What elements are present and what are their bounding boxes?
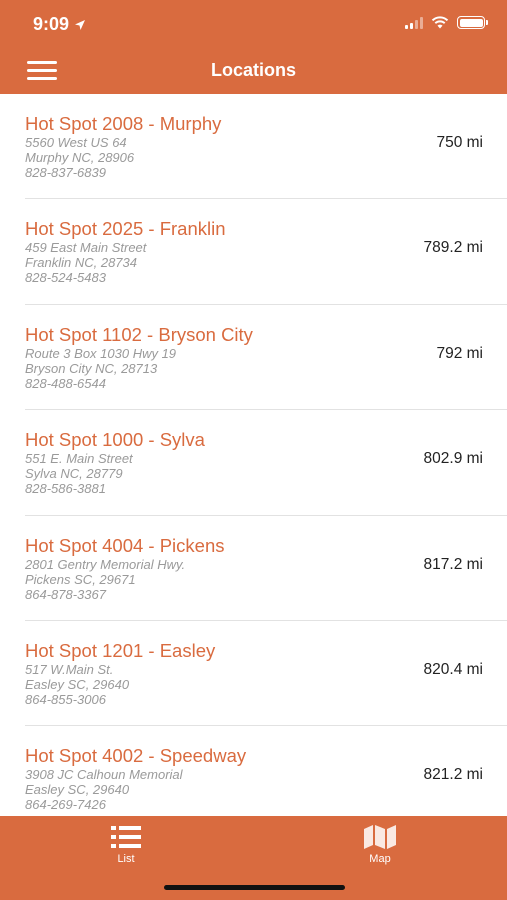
distance: 789.2 mi xyxy=(423,239,483,257)
distance: 817.2 mi xyxy=(423,555,483,573)
location-address: 551 E. Main Street Sylva NC, 28779 828-5… xyxy=(25,451,133,496)
status-icons xyxy=(405,16,488,29)
tab-map[interactable]: Map xyxy=(340,824,420,865)
address-line1: 2801 Gentry Memorial Hwy. xyxy=(25,556,186,572)
tab-list[interactable]: List xyxy=(86,824,166,865)
address-line1: 3908 JC Calhoun Memorial xyxy=(25,767,183,783)
address-line1: Route 3 Box 1030 Hwy 19 xyxy=(25,345,177,361)
phone-number: 828-488-6544 xyxy=(25,375,106,391)
address-line2: Bryson City NC, 28713 xyxy=(25,360,158,376)
map-icon xyxy=(364,825,396,849)
list-item[interactable]: Hot Spot 2008 - Murphy 5560 West US 64 M… xyxy=(25,94,507,200)
status-time-group: 9:09 xyxy=(33,14,86,35)
list-item[interactable]: Hot Spot 1000 - Sylva 551 E. Main Street… xyxy=(25,410,507,516)
phone-number: 864-269-7426 xyxy=(25,797,106,813)
battery-icon xyxy=(457,16,488,29)
phone-number: 828-524-5483 xyxy=(25,270,106,286)
distance: 802.9 mi xyxy=(423,450,483,468)
distance: 792 mi xyxy=(436,344,483,362)
list-item[interactable]: Hot Spot 1201 - Easley 517 W.Main St. Ea… xyxy=(25,621,507,727)
address-line1: 517 W.Main St. xyxy=(25,661,114,677)
phone-number: 864-878-3367 xyxy=(25,586,106,602)
location-address: 459 East Main Street Franklin NC, 28734 … xyxy=(25,240,146,285)
tab-list-label: List xyxy=(117,853,135,865)
location-address: 3908 JC Calhoun Memorial Easley SC, 2964… xyxy=(25,767,183,812)
distance: 821.2 mi xyxy=(423,766,483,784)
app-header: 9:09 Locations xyxy=(0,0,507,94)
list-item[interactable]: Hot Spot 4004 - Pickens 2801 Gentry Memo… xyxy=(25,516,507,621)
location-name: Hot Spot 4004 - Pickens xyxy=(25,534,225,556)
location-address: Route 3 Box 1030 Hwy 19 Bryson City NC, … xyxy=(25,346,176,391)
status-time: 9:09 xyxy=(33,14,70,34)
location-address: 5560 West US 64 Murphy NC, 28906 828-837… xyxy=(25,135,134,180)
phone-number: 828-586-3881 xyxy=(25,481,106,497)
location-address: 2801 Gentry Memorial Hwy. Pickens SC, 29… xyxy=(25,557,185,602)
location-name: Hot Spot 1000 - Sylva xyxy=(25,429,205,451)
distance: 750 mi xyxy=(436,134,483,151)
list-icon xyxy=(111,826,141,848)
address-line2: Pickens SC, 29671 xyxy=(25,571,136,587)
distance: 820.4 mi xyxy=(423,660,483,678)
home-indicator xyxy=(164,885,345,890)
address-line2: Sylva NC, 28779 xyxy=(25,466,123,482)
address-line2: Easley SC, 29640 xyxy=(25,676,130,692)
address-line2: Franklin NC, 28734 xyxy=(25,255,137,271)
location-name: Hot Spot 1201 - Easley xyxy=(25,639,216,661)
address-line1: 5560 West US 64 xyxy=(25,135,127,150)
location-name: Hot Spot 4002 - Speedway xyxy=(25,745,247,767)
cellular-signal-icon xyxy=(405,16,423,29)
phone-number: 828-837-6839 xyxy=(25,165,106,180)
tab-map-label: Map xyxy=(369,853,391,865)
location-address: 517 W.Main St. Easley SC, 29640 864-855-… xyxy=(25,662,129,707)
phone-number: 864-855-3006 xyxy=(25,691,106,707)
list-item[interactable]: Hot Spot 4002 - Speedway 3908 JC Calhoun… xyxy=(25,726,507,816)
location-name: Hot Spot 2008 - Murphy xyxy=(25,113,222,134)
address-line2: Easley SC, 29640 xyxy=(25,782,130,798)
address-line2: Murphy NC, 28906 xyxy=(25,150,135,165)
address-line1: 551 E. Main Street xyxy=(25,451,133,467)
list-item[interactable]: Hot Spot 2025 - Franklin 459 East Main S… xyxy=(25,199,507,305)
address-line1: 459 East Main Street xyxy=(25,240,147,256)
location-name: Hot Spot 1102 - Bryson City xyxy=(25,323,253,345)
location-name: Hot Spot 2025 - Franklin xyxy=(25,218,226,240)
wifi-icon xyxy=(431,16,449,29)
list-item[interactable]: Hot Spot 1102 - Bryson City Route 3 Box … xyxy=(25,305,507,411)
locations-list[interactable]: Hot Spot 2008 - Murphy 5560 West US 64 M… xyxy=(0,94,507,816)
location-arrow-icon xyxy=(75,19,86,30)
status-bar: 9:09 xyxy=(0,0,507,50)
page-title: Locations xyxy=(210,60,296,80)
